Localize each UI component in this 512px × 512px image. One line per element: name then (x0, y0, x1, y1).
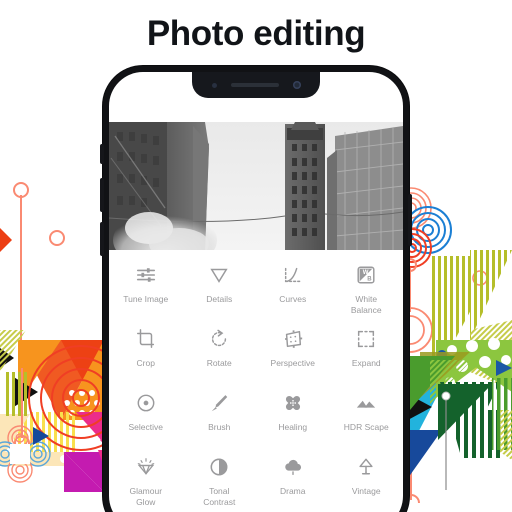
tool-crop[interactable]: Crop (109, 318, 183, 382)
front-camera-icon (292, 81, 301, 89)
tool-curves[interactable]: Curves (256, 254, 330, 318)
sliders-icon (135, 262, 157, 288)
tool-vintage[interactable]: Vintage (330, 446, 404, 510)
silent-switch[interactable] (100, 144, 104, 164)
phone-notch (192, 72, 320, 98)
half-circle-contrast-icon (208, 454, 230, 480)
tool-label: Rotate (206, 358, 232, 368)
concentric-circle-cluster-left (0, 425, 51, 483)
mountains-icon (355, 390, 377, 416)
tool-label: Details (206, 294, 233, 304)
page-title: Photo editing (146, 14, 366, 53)
tool-label: Curves (279, 294, 307, 304)
tool-tonal-contrast[interactable]: Tonal Contrast (183, 446, 257, 510)
phone-mockup: Tune Image Details Curves W B White Bala… (100, 66, 412, 512)
volume-up-button[interactable] (100, 178, 104, 212)
photo-image (109, 122, 403, 250)
tool-label: Healing (278, 422, 308, 432)
volume-down-button[interactable] (100, 222, 104, 256)
edited-photo[interactable] (109, 122, 403, 250)
tool-expand[interactable]: Expand (330, 318, 404, 382)
tool-label: Perspective (270, 358, 315, 368)
tool-hdr-scape[interactable]: HDR Scape (330, 382, 404, 446)
earpiece-speaker-icon (230, 83, 279, 87)
tool-details[interactable]: Details (183, 254, 257, 318)
tool-perspective[interactable]: Perspective (256, 318, 330, 382)
diamond-glow-icon (135, 454, 157, 480)
crop-icon (135, 326, 157, 352)
tool-label: Expand (351, 358, 381, 368)
tool-label: Crop (136, 358, 155, 368)
tool-drama[interactable]: Drama (256, 446, 330, 510)
tool-rotate[interactable]: Rotate (183, 318, 257, 382)
tool-glamour-glow[interactable]: Glamour Glow (109, 446, 183, 510)
tool-healing[interactable]: Healing (256, 382, 330, 446)
healing-bandage-icon (282, 390, 304, 416)
triangle-down-icon (208, 262, 230, 288)
white-balance-icon: W B (355, 262, 377, 288)
cloud-icon (282, 454, 304, 480)
proximity-sensor-icon (211, 82, 217, 88)
perspective-icon (282, 326, 304, 352)
curves-icon (282, 262, 304, 288)
expand-icon (355, 326, 377, 352)
tool-label: Vintage (351, 486, 381, 496)
power-button[interactable] (408, 194, 412, 246)
tool-label: White Balance (350, 294, 382, 315)
svg-text:W: W (363, 270, 369, 276)
tool-label: Glamour Glow (129, 486, 163, 507)
tool-grid: Tune Image Details Curves W B White Bala… (109, 254, 403, 510)
selective-target-icon (135, 390, 157, 416)
tool-label: Brush (208, 422, 231, 432)
tool-label: Tonal Contrast (203, 486, 236, 507)
rotate-icon (208, 326, 230, 352)
tool-label: HDR Scape (343, 422, 389, 432)
tool-label: Drama (279, 486, 306, 496)
svg-text:B: B (368, 277, 373, 283)
phone-screen: Tune Image Details Curves W B White Bala… (109, 72, 403, 512)
tool-selective[interactable]: Selective (109, 382, 183, 446)
tool-label: Tune Image (123, 294, 169, 304)
tool-brush[interactable]: Brush (183, 382, 257, 446)
screenshot-canvas: Photo editing Tune Image Details Curves … (0, 0, 512, 512)
tool-tune-image[interactable]: Tune Image (109, 254, 183, 318)
tool-label: Selective (128, 422, 164, 432)
tool-white-balance[interactable]: W B White Balance (330, 254, 404, 318)
brush-icon (208, 390, 230, 416)
lamp-icon (355, 454, 377, 480)
